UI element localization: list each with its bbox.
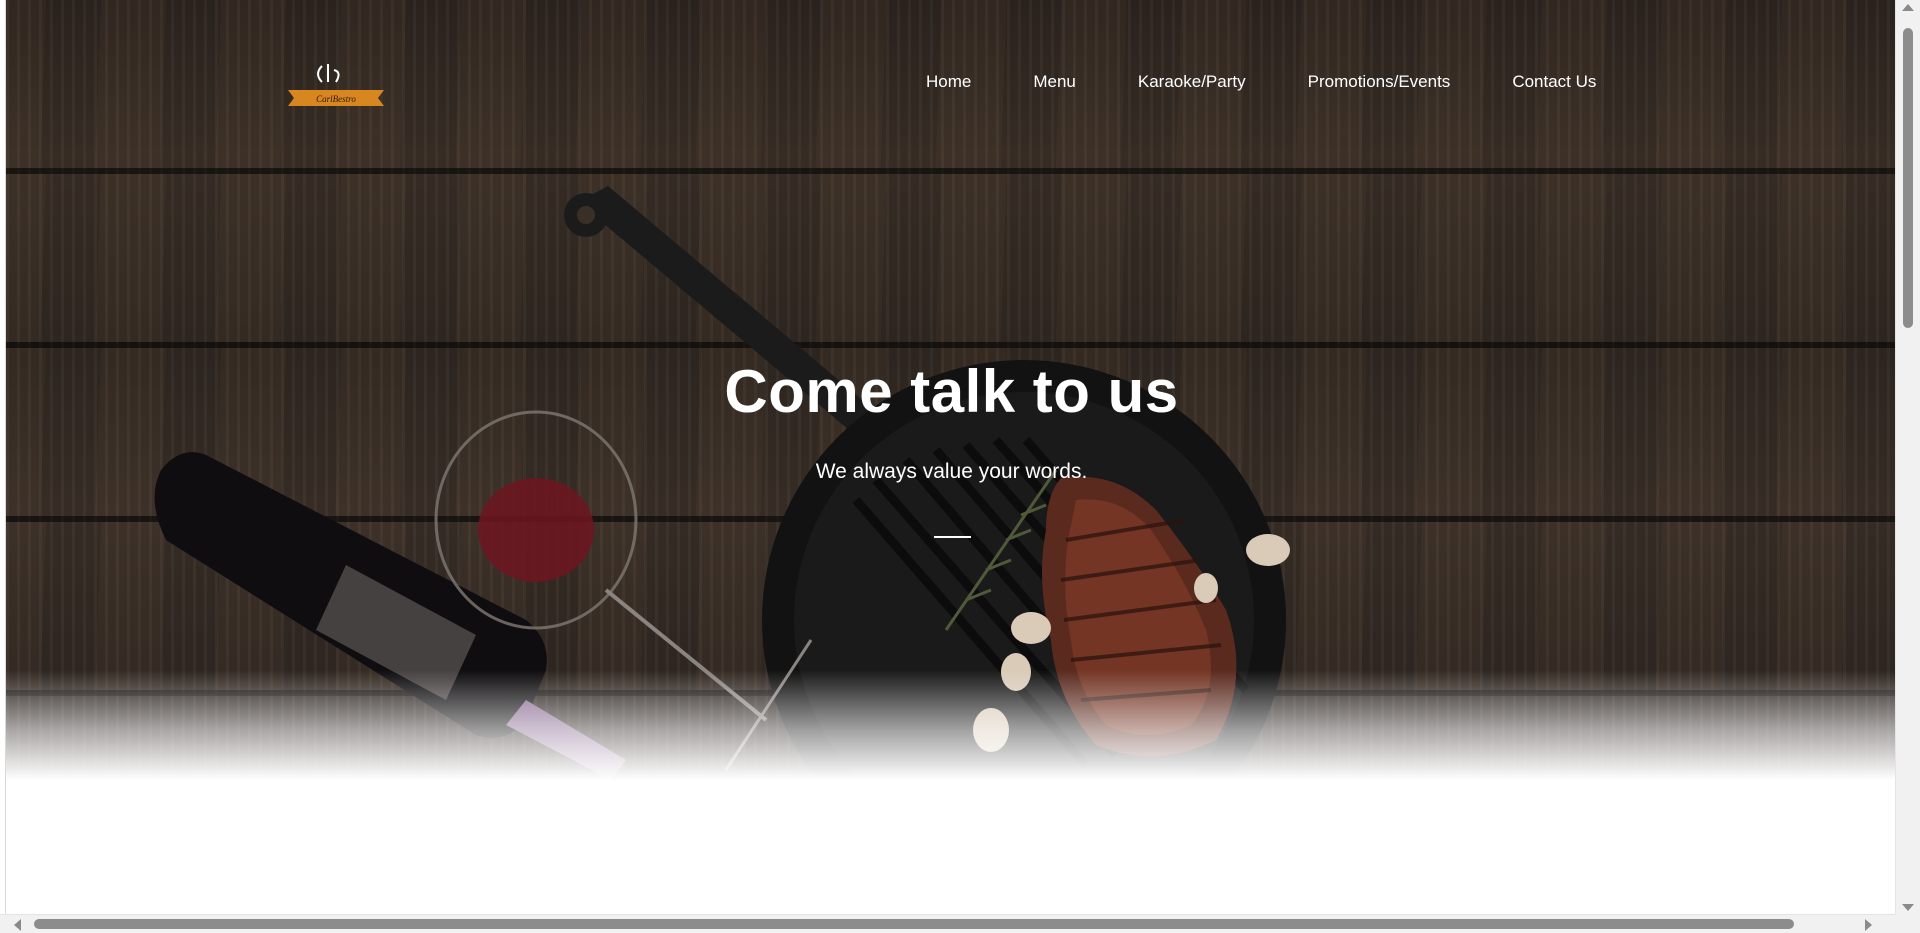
horizontal-scrollbar[interactable] xyxy=(0,914,1896,933)
vertical-scrollbar[interactable] xyxy=(1895,0,1920,933)
page-viewport: CarlBestro Home Menu Karaoke/Party Promo… xyxy=(5,0,1897,915)
scroll-right-arrow-icon[interactable] xyxy=(1865,919,1872,931)
hero-section: CarlBestro Home Menu Karaoke/Party Promo… xyxy=(6,0,1897,780)
nav-menu-link[interactable]: Menu xyxy=(1033,70,1076,94)
horizontal-scroll-thumb[interactable] xyxy=(34,919,1794,929)
nav-home-link[interactable]: Home xyxy=(926,70,971,94)
scroll-down-arrow-icon[interactable] xyxy=(1902,904,1914,911)
hero-bottom-fade xyxy=(6,670,1897,780)
vertical-scroll-thumb[interactable] xyxy=(1903,28,1913,328)
hero-subtitle: We always value your words. xyxy=(815,460,1088,483)
scroll-up-arrow-icon[interactable] xyxy=(1902,4,1914,11)
logo-text: CarlBestro xyxy=(316,94,356,104)
restaurant-logo[interactable]: CarlBestro xyxy=(284,60,388,116)
hero-title: Come talk to us xyxy=(724,358,1179,425)
hero-divider xyxy=(934,536,971,538)
nav-promotions-events-link[interactable]: Promotions/Events xyxy=(1308,70,1451,94)
scroll-left-arrow-icon[interactable] xyxy=(14,919,21,931)
nav-contact-us-link[interactable]: Contact Us xyxy=(1512,70,1596,94)
scrollbar-corner xyxy=(1896,915,1920,933)
nav-karaoke-party-link[interactable]: Karaoke/Party xyxy=(1138,70,1246,94)
main-nav: Home Menu Karaoke/Party Promotions/Event… xyxy=(926,70,1596,94)
